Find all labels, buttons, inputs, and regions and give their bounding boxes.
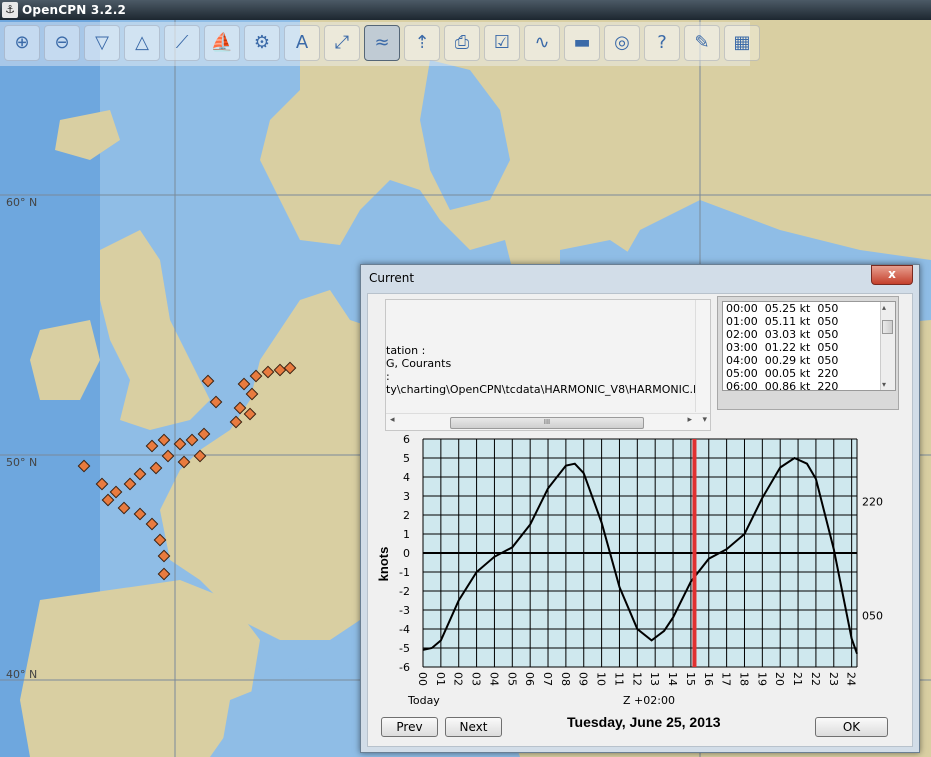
- direction-label: 220: [862, 496, 883, 509]
- ok-button[interactable]: OK: [815, 717, 888, 737]
- x-tick-label: 00: [416, 672, 429, 686]
- x-tick-label: 15: [684, 672, 697, 686]
- lat-label-50: 50° N: [6, 456, 38, 469]
- today-label: Today: [407, 694, 440, 707]
- color-scheme-icon[interactable]: ▬: [564, 25, 600, 61]
- direction-labels: 220 050: [862, 496, 883, 623]
- y-tick-label: -3: [399, 604, 410, 617]
- settings-icon[interactable]: ⚙: [244, 25, 280, 61]
- y-tick-label: 1: [403, 528, 410, 541]
- x-tick-label: 01: [434, 672, 447, 686]
- x-tick-label: 11: [612, 672, 625, 686]
- x-tick-label: 13: [648, 672, 661, 686]
- help-icon[interactable]: ?: [644, 25, 680, 61]
- y-tick-label: 0: [403, 547, 410, 560]
- x-tick-label: 17: [720, 672, 733, 686]
- x-tick-label: 24: [845, 672, 858, 686]
- x-tick-label: 20: [773, 672, 786, 686]
- route-icon[interactable]: ⟋: [164, 25, 200, 61]
- direction-label: 050: [862, 610, 883, 623]
- x-tick-label: 04: [487, 672, 500, 686]
- window-title: OpenCPN 3.2.2: [22, 3, 127, 17]
- y-tick-label: 3: [403, 490, 410, 503]
- ship-icon[interactable]: ⛵: [204, 25, 240, 61]
- chart-icon[interactable]: ▦: [724, 25, 760, 61]
- main-toolbar: ⊕ ⊖ ▽ △ ⟋ ⛵ ⚙ A ⤢ ≈ ⇡ ⎙ ☑ ∿ ▬ ◎? ✎ ▦: [0, 22, 760, 66]
- x-tick-label: 14: [666, 672, 679, 686]
- x-tick-label: 18: [737, 672, 750, 686]
- y-tick-label: 2: [403, 509, 410, 522]
- next-button[interactable]: Next: [445, 717, 502, 737]
- x-tick-label: 23: [827, 672, 840, 686]
- y-tick-label: -2: [399, 585, 410, 598]
- x-tick-label: 10: [595, 672, 608, 686]
- y-tick-label: 6: [403, 433, 410, 446]
- zoom-out-icon[interactable]: ⊖: [44, 25, 80, 61]
- x-tick-label: 06: [523, 672, 536, 686]
- x-tick-label: 03: [470, 672, 483, 686]
- scale-down-icon[interactable]: ▽: [84, 25, 120, 61]
- x-tick-label: 22: [809, 672, 822, 686]
- current-icon[interactable]: ⇡: [404, 25, 440, 61]
- lat-label-40: 40° N: [6, 668, 38, 681]
- current-dialog: Current x tation : G, Courants : ty\char…: [360, 264, 920, 753]
- y-tick-label: 4: [403, 471, 410, 484]
- y-tick-label: -1: [399, 566, 410, 579]
- title-bar: ⚓ OpenCPN 3.2.2: [0, 0, 931, 20]
- x-tick-label: 16: [702, 672, 715, 686]
- y-tick-label: 5: [403, 452, 410, 465]
- x-tick-label: 19: [755, 672, 768, 686]
- track-icon[interactable]: ∿: [524, 25, 560, 61]
- y-tick-label: -6: [399, 661, 410, 674]
- x-tick-label: 08: [559, 672, 572, 686]
- text-icon[interactable]: A: [284, 25, 320, 61]
- scale-up-icon[interactable]: △: [124, 25, 160, 61]
- lat-label-60: 60° N: [6, 196, 38, 209]
- y-tick-label: -4: [399, 623, 410, 636]
- x-tick-label: 02: [452, 672, 465, 686]
- x-tick-label: 05: [505, 672, 518, 686]
- y-axis-label: knots: [376, 547, 391, 582]
- mob-icon[interactable]: ◎: [604, 25, 640, 61]
- route-manager-icon[interactable]: ☑: [484, 25, 520, 61]
- x-tick-labels: 00 01 02 03 04 05 06 07 08 09 10 11 12 13 14 15 16 17 18 19…: [416, 672, 858, 686]
- close-button[interactable]: x: [871, 265, 913, 285]
- app-icon[interactable]: ⚓: [2, 2, 18, 18]
- dialog-title: Current: [369, 271, 415, 285]
- zoom-in-icon[interactable]: ⊕: [4, 25, 40, 61]
- plugin-icon[interactable]: ✎: [684, 25, 720, 61]
- iberia-land: [20, 580, 260, 757]
- x-tick-label: 09: [577, 672, 590, 686]
- dialog-body: tation : G, Courants : ty\charting\OpenC…: [367, 293, 913, 747]
- measure-icon[interactable]: ⤢: [324, 25, 360, 61]
- print-icon[interactable]: ⎙: [444, 25, 480, 61]
- date-label: Tuesday, June 25, 2013: [567, 714, 721, 730]
- x-tick-label: 07: [541, 672, 554, 686]
- tide-icon[interactable]: ≈: [364, 25, 400, 61]
- prev-button[interactable]: Prev: [381, 717, 438, 737]
- y-tick-labels: 6 5 4 3 2 1 0 -1 -2 -3 -4 -5 -6: [399, 433, 410, 674]
- timezone-label: Z +02:00: [623, 694, 675, 707]
- current-chart: 6543210-1-2-3-4-5-6 00 01 02 03 04 05 06 07 08 09…: [376, 433, 883, 707]
- x-tick-label: 21: [791, 672, 804, 686]
- x-tick-label: 12: [630, 672, 643, 686]
- y-tick-label: -5: [399, 642, 410, 655]
